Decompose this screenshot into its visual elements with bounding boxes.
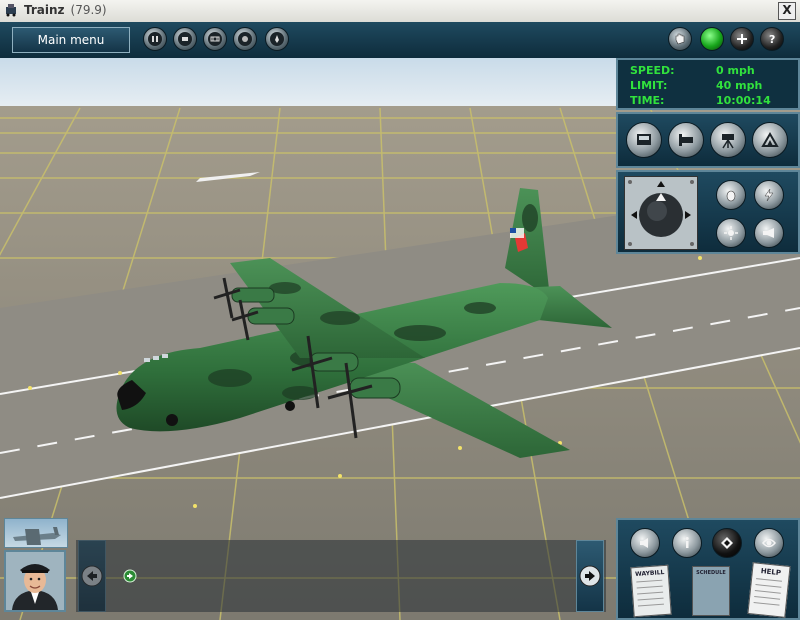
waybill-lines-icon (636, 579, 664, 607)
cab-view-icon (637, 134, 651, 145)
aircraft-thumbnail-icon (13, 527, 61, 545)
horn-button[interactable] (754, 218, 784, 248)
speed-readout-panel: SPEED: 0 mph LIMIT: 40 mph TIME: 10:00:1… (616, 58, 800, 110)
driving-controls-panel (616, 170, 800, 254)
speed-label: SPEED: (630, 64, 675, 77)
stop-icon (178, 32, 192, 46)
limit-value: 40 mph (716, 79, 763, 92)
speed-value: 0 mph (716, 64, 755, 77)
arrow-right-icon (579, 565, 601, 587)
lightning-button[interactable] (754, 180, 784, 210)
external-view-button[interactable] (668, 122, 704, 158)
schedule-button[interactable]: SCHEDULE (692, 566, 730, 616)
plus-button[interactable] (730, 27, 754, 51)
message-next-button[interactable] (576, 540, 604, 612)
pause-button[interactable] (143, 27, 167, 51)
window-titlebar: Trainz (79.9) X (0, 0, 800, 23)
svg-text:?: ? (769, 33, 775, 45)
external-view-icon (679, 134, 693, 146)
time-value: 10:00:14 (716, 94, 771, 107)
record-button[interactable] (233, 27, 257, 51)
stop-button[interactable] (173, 27, 197, 51)
tripod-camera-icon (722, 134, 734, 149)
help-icon: ? (761, 28, 783, 50)
eye-icon (762, 538, 776, 548)
compass-button[interactable] (712, 528, 742, 558)
app-icon (6, 4, 16, 17)
help-button[interactable]: ? (760, 27, 784, 51)
waybill-button[interactable]: WAYBILL (630, 564, 672, 618)
film-icon (208, 32, 222, 46)
lightning-icon (764, 188, 774, 202)
camera-panel (616, 112, 800, 168)
throttle-dial[interactable] (624, 176, 698, 250)
limit-label: LIMIT: (630, 79, 668, 92)
tripod-camera-button[interactable] (710, 122, 746, 158)
map-view-button[interactable] (752, 122, 788, 158)
light-button[interactable] (716, 218, 746, 248)
message-arrow-icon[interactable] (122, 568, 138, 584)
horn-icon (763, 228, 774, 238)
green-light-button[interactable] (700, 27, 724, 51)
light-icon (724, 226, 738, 240)
hand-button[interactable] (668, 27, 692, 51)
speed-button[interactable] (265, 27, 289, 51)
version-label: (79.9) (70, 3, 107, 17)
speed-icon (270, 32, 284, 46)
schedule-label: SCHEDULE (696, 570, 726, 576)
time-label: TIME: (630, 94, 665, 107)
volume-icon (640, 538, 648, 548)
message-strip (76, 540, 606, 612)
help-papers-button[interactable]: HELP (747, 562, 791, 618)
pause-icon (148, 32, 162, 46)
record-icon (238, 32, 252, 46)
eye-button[interactable] (754, 528, 784, 558)
driver-avatar-icon (6, 552, 64, 610)
info-button[interactable] (672, 528, 702, 558)
compass-icon (721, 537, 733, 549)
film-button[interactable] (203, 27, 227, 51)
plus-icon (731, 28, 753, 50)
volume-button[interactable] (630, 528, 660, 558)
cab-view-button[interactable] (626, 122, 662, 158)
close-button[interactable]: X (778, 2, 796, 20)
map-view-icon (761, 132, 779, 147)
hand-brake-button[interactable] (716, 180, 746, 210)
throttle-knob-icon (628, 180, 694, 246)
main-menu-button[interactable]: Main menu (12, 27, 130, 53)
hand-icon (669, 28, 691, 50)
top-toolbar: Main menu ? (0, 22, 800, 60)
window-title: Trainz (79.9) (24, 3, 107, 17)
info-icon (685, 537, 689, 548)
green-light-icon (701, 28, 723, 50)
train-thumbnail[interactable] (4, 518, 68, 548)
help-lines-icon (753, 578, 783, 606)
hand-brake-icon (726, 190, 736, 202)
bottom-controls-panel: WAYBILL SCHEDULE HELP (616, 518, 800, 620)
driver-portrait[interactable] (4, 550, 66, 612)
